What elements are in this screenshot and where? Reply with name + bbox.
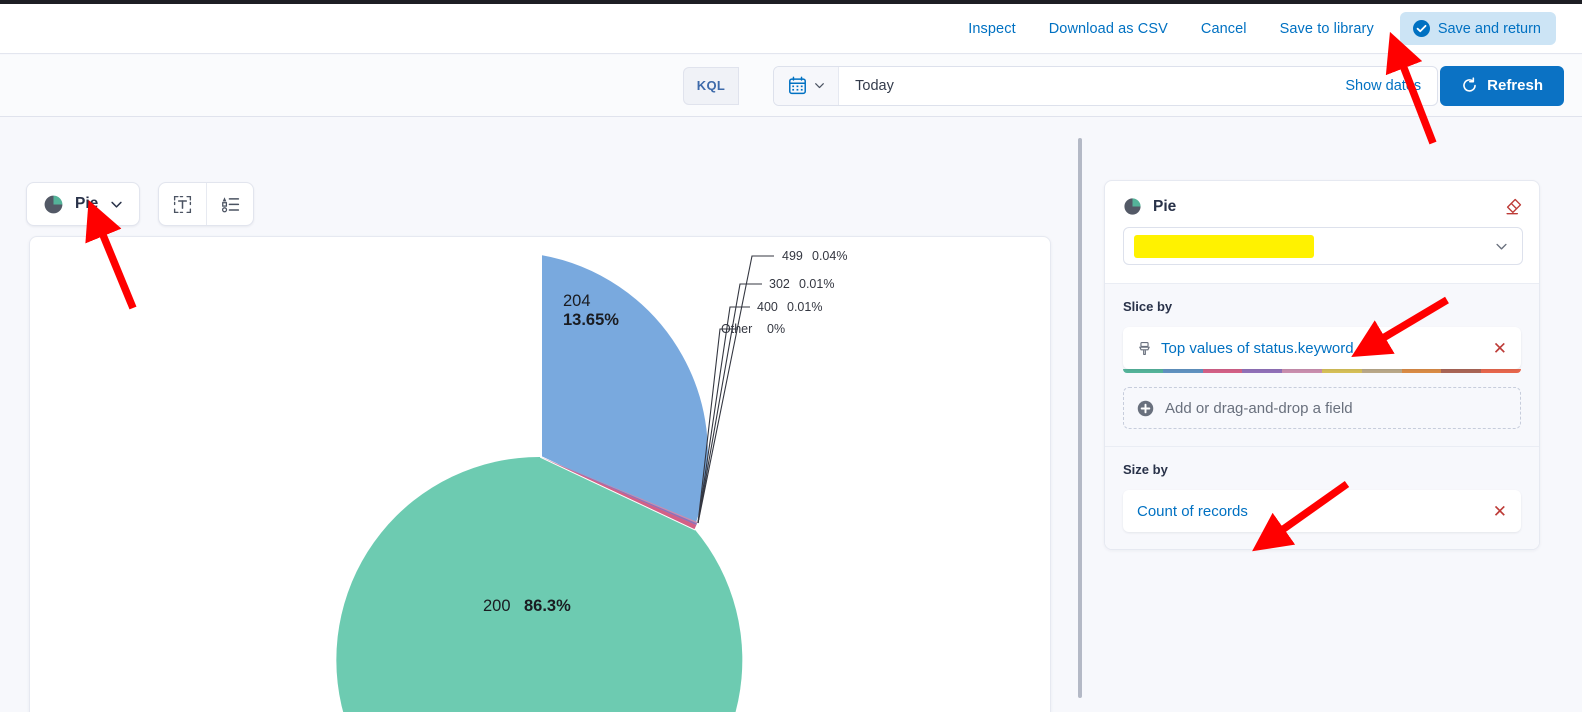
pie-chart-icon	[1124, 198, 1141, 215]
refresh-label: Refresh	[1487, 77, 1543, 94]
size-by-dimension-label: Count of records	[1137, 502, 1248, 520]
size-by-dimension-button[interactable]: Count of records ✕	[1123, 490, 1521, 532]
text-annotation-icon	[174, 195, 192, 213]
config-card-header: Pie	[1105, 181, 1539, 227]
palette-swatch	[1481, 369, 1521, 373]
refresh-button[interactable]: Refresh	[1440, 65, 1564, 106]
calendar-icon	[789, 76, 807, 95]
pie-chart-svg[interactable]: 204 13.65% 200 86.3% 499 0.04% 302 0.01%…	[30, 237, 1050, 712]
callout-400-percent: 0.01%	[787, 300, 822, 314]
query-time-bar: KQL Today Show dates Refresh	[0, 55, 1582, 117]
pie-chart-icon	[44, 195, 63, 213]
editor-workspace: Pie 204 13.65% 200 86.3% 499 0.04% 302 0…	[0, 118, 1582, 712]
chevron-down-icon	[111, 201, 122, 208]
show-dates-button[interactable]: Show dates	[1345, 67, 1437, 105]
pie-label-204-percent: 13.65%	[563, 311, 619, 329]
callout-leader-lines	[697, 255, 774, 524]
slice-by-section: Slice by Top values of status.keyword ✕ …	[1105, 283, 1539, 446]
visualization-config-pane: Pie Slice by Top values of status.keywor…	[1104, 180, 1540, 550]
size-by-label: Size by	[1123, 462, 1168, 477]
slice-by-add-field-label: Add or drag-and-drop a field	[1165, 399, 1353, 417]
pane-resize-handle[interactable]	[1078, 138, 1082, 698]
chart-render-panel[interactable]: 204 13.65% 200 86.3% 499 0.04% 302 0.01%…	[29, 236, 1051, 712]
palette-swatch	[1123, 369, 1163, 373]
palette-swatch	[1401, 369, 1442, 373]
text-annotation-button[interactable]	[159, 183, 206, 225]
callout-other-percent: 0%	[767, 322, 785, 336]
slice-by-dimension-wrap: Top values of status.keyword ✕	[1123, 327, 1521, 373]
palette-swatch	[1441, 369, 1482, 373]
inspect-link[interactable]: Inspect	[968, 21, 1015, 37]
dataview-select[interactable]	[1123, 227, 1523, 265]
slice-by-label: Slice by	[1123, 299, 1173, 314]
callout-499-percent: 0.04%	[812, 249, 847, 263]
clear-layer-button[interactable]	[1504, 197, 1523, 216]
editor-top-action-bar: Inspect Download as CSV Cancel Save to l…	[0, 4, 1582, 54]
check-circle-icon	[1412, 20, 1430, 37]
palette-swatch	[1321, 369, 1362, 373]
visualization-config-card: Pie Slice by Top values of status.keywor…	[1104, 180, 1540, 550]
size-by-section: Size by Count of records ✕	[1105, 446, 1539, 549]
palette-swatch	[1202, 369, 1243, 373]
query-language-badge[interactable]: KQL	[682, 66, 740, 105]
chart-options-button-group	[158, 182, 255, 226]
chevron-down-icon	[1496, 243, 1507, 250]
date-range-group: Today Show dates	[773, 65, 1439, 106]
save-and-return-button[interactable]: Save and return	[1399, 12, 1556, 45]
date-range-input[interactable]: Today	[839, 67, 1345, 105]
cancel-link[interactable]: Cancel	[1201, 21, 1247, 37]
palette-swatch	[1361, 369, 1402, 373]
chart-type-switcher-button[interactable]: Pie	[26, 182, 141, 226]
pie-label-200-value: 200	[483, 597, 511, 615]
chevron-down-icon	[815, 83, 825, 89]
lens-editor-page: Inspect Download as CSV Cancel Save to l…	[0, 0, 1582, 712]
palette-swatch	[1242, 369, 1283, 373]
callout-other-label: Other	[721, 322, 752, 336]
palette-swatch	[1282, 369, 1322, 373]
plus-circle-icon	[1137, 400, 1154, 416]
brush-icon	[1137, 341, 1152, 356]
config-card-title: Pie	[1153, 197, 1177, 215]
refresh-icon	[1463, 77, 1476, 92]
callout-499-label: 499	[782, 249, 803, 263]
legend-options-button[interactable]	[206, 183, 253, 225]
pie-label-200-percent: 86.3%	[524, 597, 571, 615]
eraser-icon	[1506, 198, 1522, 215]
slice-by-palette-strip	[1123, 369, 1521, 373]
callout-302-label: 302	[769, 277, 790, 291]
slice-by-add-field-button[interactable]: Add or drag-and-drop a field	[1123, 387, 1521, 429]
dataview-redacted-value	[1134, 234, 1314, 258]
palette-swatch	[1162, 369, 1203, 373]
save-to-library-link[interactable]: Save to library	[1280, 21, 1374, 37]
config-card-title-group: Pie	[1123, 197, 1176, 216]
download-csv-link[interactable]: Download as CSV	[1049, 21, 1168, 37]
size-by-remove-button[interactable]: ✕	[1493, 503, 1507, 520]
save-and-return-label: Save and return	[1437, 20, 1541, 37]
date-picker-quick-menu-button[interactable]	[774, 66, 840, 105]
slice-by-dimension-label: Top values of status.keyword	[1161, 339, 1354, 357]
pie-label-204-value: 204	[563, 292, 591, 310]
slice-by-remove-button[interactable]: ✕	[1493, 340, 1507, 357]
legend-options-icon	[221, 196, 239, 212]
callout-400-label: 400	[757, 300, 778, 314]
dataview-select-wrap	[1105, 227, 1539, 283]
callout-302-percent: 0.01%	[799, 277, 834, 291]
chart-toolbar: Pie	[26, 182, 255, 226]
chart-type-label: Pie	[75, 195, 99, 212]
slice-by-dimension-button[interactable]: Top values of status.keyword ✕	[1123, 327, 1521, 369]
